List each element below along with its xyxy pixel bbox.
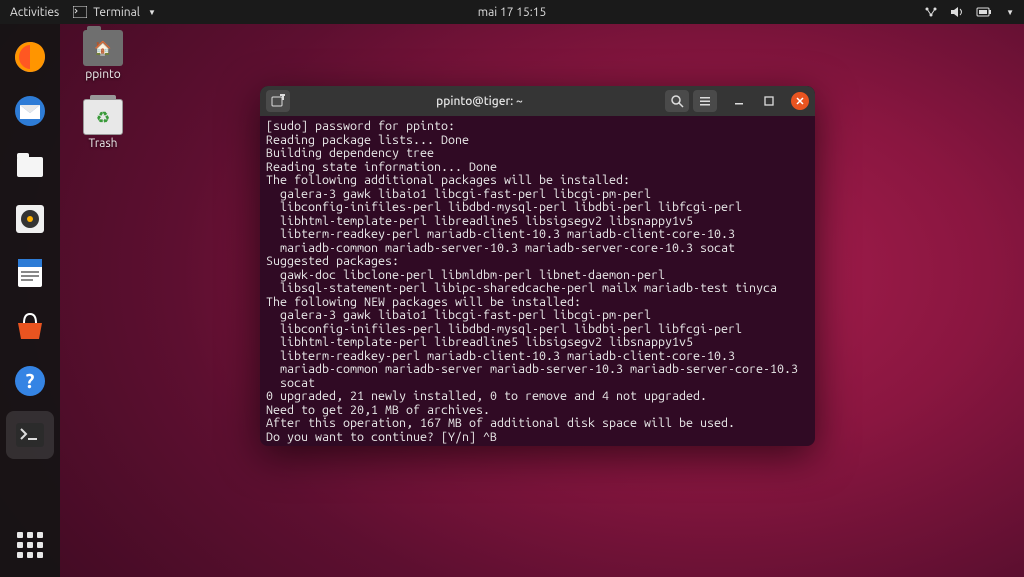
dock-item-help[interactable]: ? bbox=[6, 357, 54, 405]
svg-text:?: ? bbox=[26, 369, 35, 392]
desktop-icon-label: ppinto bbox=[85, 68, 121, 81]
dock-item-software[interactable] bbox=[6, 303, 54, 351]
desktop-icon-home[interactable]: 🏠 ppinto bbox=[75, 30, 131, 81]
dock-item-thunderbird[interactable] bbox=[6, 87, 54, 135]
dock-item-rhythmbox[interactable] bbox=[6, 195, 54, 243]
terminal-output[interactable]: [sudo] password for ppinto: Reading pack… bbox=[260, 116, 815, 446]
search-button[interactable] bbox=[665, 90, 689, 112]
search-icon bbox=[670, 94, 684, 108]
close-icon bbox=[795, 96, 805, 106]
app-menu-label: Terminal bbox=[93, 6, 140, 19]
dock-item-terminal[interactable] bbox=[6, 411, 54, 459]
dock: ? bbox=[0, 24, 60, 577]
hamburger-icon bbox=[698, 94, 712, 108]
desktop-icon-label: Trash bbox=[88, 137, 117, 150]
desktop-icon-trash[interactable]: ♻ Trash bbox=[75, 99, 131, 150]
home-folder-icon: 🏠 bbox=[83, 30, 123, 66]
dock-item-files[interactable] bbox=[6, 141, 54, 189]
chevron-down-icon[interactable]: ▼ bbox=[1006, 8, 1014, 17]
new-tab-button[interactable] bbox=[266, 90, 290, 112]
minimize-icon bbox=[734, 96, 744, 106]
dock-item-libreoffice[interactable] bbox=[6, 249, 54, 297]
network-icon[interactable] bbox=[924, 6, 938, 18]
maximize-button[interactable] bbox=[761, 93, 777, 109]
app-menu[interactable]: Terminal ▼ bbox=[73, 6, 156, 19]
minimize-button[interactable] bbox=[731, 93, 747, 109]
terminal-window: ppinto@tiger: ~ [sudo] password for ppin… bbox=[260, 86, 815, 446]
maximize-icon bbox=[764, 96, 774, 106]
terminal-titlebar[interactable]: ppinto@tiger: ~ bbox=[260, 86, 815, 116]
desktop-icons: 🏠 ppinto ♻ Trash bbox=[75, 30, 131, 150]
close-button[interactable] bbox=[791, 92, 809, 110]
trash-icon: ♻ bbox=[83, 99, 123, 135]
window-title: ppinto@tiger: ~ bbox=[294, 95, 665, 108]
terminal-icon bbox=[73, 6, 87, 18]
top-bar: Activities Terminal ▼ mai 17 15:15 ▼ bbox=[0, 0, 1024, 24]
show-applications-button[interactable] bbox=[6, 521, 54, 569]
dock-item-firefox[interactable] bbox=[6, 33, 54, 81]
menu-button[interactable] bbox=[693, 90, 717, 112]
activities-button[interactable]: Activities bbox=[10, 6, 59, 19]
chevron-down-icon: ▼ bbox=[148, 8, 156, 17]
clock[interactable]: mai 17 15:15 bbox=[478, 6, 547, 19]
volume-icon[interactable] bbox=[950, 6, 964, 18]
battery-icon[interactable] bbox=[976, 6, 992, 18]
